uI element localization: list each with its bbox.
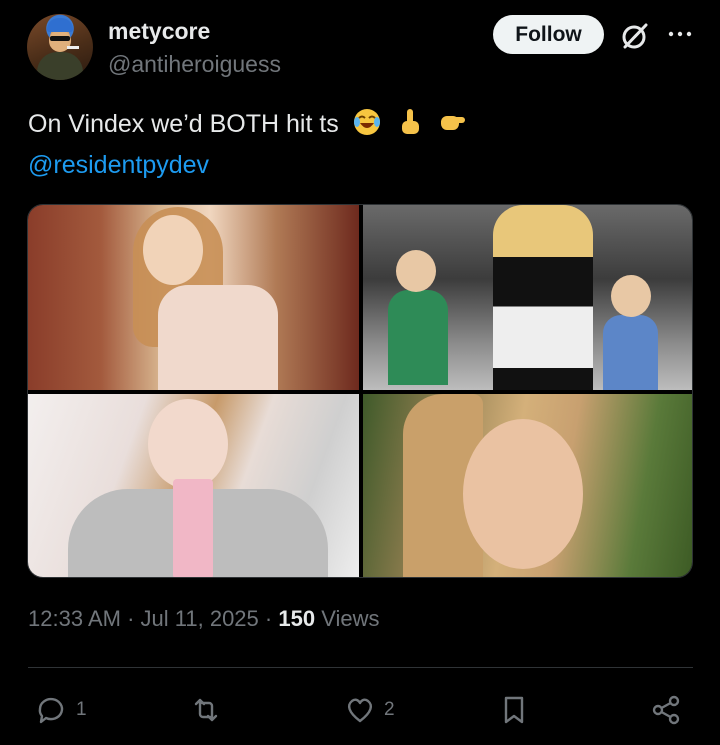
like-count: 2 xyxy=(384,699,395,720)
meta-separator: · xyxy=(127,606,135,631)
tweet-header: metycore @antiheroiguess Follow xyxy=(27,12,693,82)
mention-link[interactable]: @residentpydev xyxy=(28,145,209,185)
photo-figure xyxy=(143,215,203,285)
laughing-emoji-icon xyxy=(353,109,380,135)
more-icon[interactable] xyxy=(667,21,693,47)
photo-2[interactable] xyxy=(363,205,692,390)
photo-figure xyxy=(611,275,651,317)
tweet-date[interactable]: Jul 11, 2025 xyxy=(141,606,259,631)
photo-4[interactable] xyxy=(363,394,692,577)
repost-button[interactable] xyxy=(190,688,230,732)
photo-figure xyxy=(158,285,278,390)
views-count: 150 xyxy=(278,606,316,631)
reply-icon xyxy=(38,697,64,724)
photo-figure xyxy=(148,399,228,489)
like-button[interactable]: 2 xyxy=(344,688,395,732)
media-grid xyxy=(27,204,693,578)
author-handle[interactable]: @antiheroiguess xyxy=(108,51,281,78)
share-button[interactable] xyxy=(650,688,682,732)
avatar[interactable] xyxy=(27,14,93,80)
avatar-cigarette xyxy=(67,46,79,49)
photo-figure xyxy=(493,205,593,390)
photo-3[interactable] xyxy=(28,394,359,577)
heart-icon xyxy=(347,698,373,723)
meta-separator: · xyxy=(264,606,273,631)
bookmark-button[interactable] xyxy=(498,688,530,732)
photo-figure xyxy=(396,250,436,292)
share-icon xyxy=(652,695,680,725)
views-label: Views xyxy=(321,606,380,631)
grok-icon[interactable] xyxy=(620,21,650,51)
divider xyxy=(28,667,693,668)
author-display-name[interactable]: metycore xyxy=(108,18,210,45)
avatar-body xyxy=(37,52,83,80)
photo-figure xyxy=(388,290,448,385)
tweet-body: On Vindex we’d BOTH hit ts xyxy=(28,110,339,138)
tweet-time[interactable]: 12:33 AM xyxy=(28,606,121,631)
avatar-glasses xyxy=(50,36,70,41)
tweet-meta: 12:33 AM · Jul 11, 2025 · 150 Views xyxy=(28,606,380,632)
point-right-emoji-icon xyxy=(440,116,465,130)
action-bar: 1 2 xyxy=(0,688,720,732)
reply-count: 1 xyxy=(76,699,87,720)
photo-figure xyxy=(173,479,213,577)
photo-figure xyxy=(603,315,658,390)
follow-button[interactable]: Follow xyxy=(493,15,604,54)
bookmark-icon xyxy=(504,696,524,724)
reply-button[interactable]: 1 xyxy=(36,688,87,732)
point-up-emoji-icon xyxy=(401,109,419,134)
repost-icon xyxy=(194,698,218,722)
avatar-cap xyxy=(47,18,73,32)
photo-figure xyxy=(463,419,583,569)
photo-1[interactable] xyxy=(28,205,359,390)
tweet-text: On Vindex we’d BOTH hit ts xyxy=(28,104,468,144)
